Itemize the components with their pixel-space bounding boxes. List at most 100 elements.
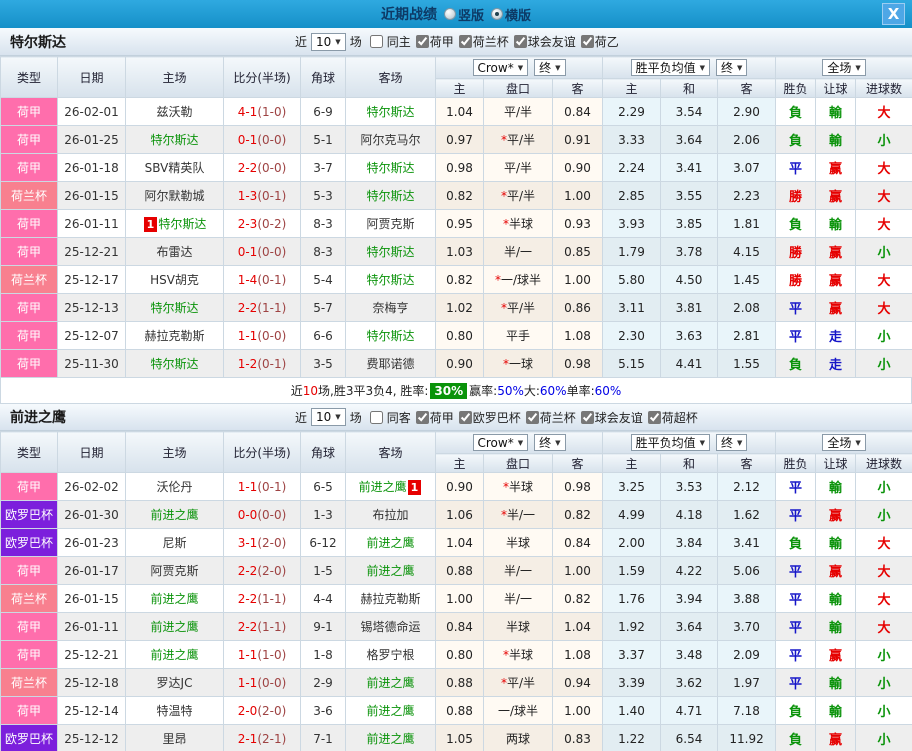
corner-score: 5-1 [301,126,346,154]
league-filter[interactable]: 球会友谊 [576,409,643,426]
recent-count-select[interactable]: 10▼ [311,33,346,51]
league-filter[interactable]: 荷超杯 [643,409,698,426]
same-venue-filter[interactable]: 同主 [362,33,411,50]
matches-table: 类型 日期 主场 比分(半场) 角球 客场 Crow*▼ 终▼ 胜平负均值▼ 终… [0,56,912,378]
result-goals: 小 [856,725,912,751]
avg-odds-select[interactable]: 胜平负均值▼ [631,59,710,76]
match-score: 2-0(2-0) [224,697,301,725]
close-icon[interactable]: X [882,3,905,25]
odds-home: 0.82 [436,266,484,294]
result-handicap: 赢 [816,154,856,182]
odds-home: 0.82 [436,182,484,210]
away-team: 费耶诺德 [346,350,436,378]
result-goals: 大 [856,294,912,322]
avg-odds-select[interactable]: 胜平负均值▼ [631,434,710,451]
league-checkbox[interactable] [581,35,594,48]
recent-label: 近 [295,33,307,50]
league-checkbox[interactable] [581,411,594,424]
handicap: *半球 [484,210,553,238]
fulltime-score: 2-0 [238,704,258,718]
result-wdl: 平 [776,613,816,641]
title-bar: 近期战绩 竖版 横版 X [0,0,912,28]
corner-score: 4-4 [301,585,346,613]
match-score: 1-4(0-1) [224,266,301,294]
result-wdl: 勝 [776,266,816,294]
final-odds-select[interactable]: 终▼ [534,434,565,451]
league-filter[interactable]: 荷乙 [576,33,619,50]
col-avg-draw: 和 [661,454,718,473]
vertical-layout-radio[interactable] [444,8,456,20]
avg-draw: 6.54 [661,725,718,751]
league-badge: 荷甲 [1,322,58,350]
handicap: *一/球半 [484,266,553,294]
corner-score: 6-9 [301,98,346,126]
league-checkbox[interactable] [514,35,527,48]
table-row: 荷甲25-11-30特尔斯达1-2(0-1)3-5费耶诺德0.90*一球0.98… [1,350,912,378]
final-odds-select[interactable]: 终▼ [716,59,747,76]
avg-draw: 3.62 [661,669,718,697]
league-label: 荷甲 [430,33,454,50]
team-text: 前进之鹰 [366,536,414,550]
odds-away: 0.84 [553,529,603,557]
league-label: 荷兰杯 [473,33,509,50]
col-avg-draw: 和 [661,79,718,98]
bookmaker-select[interactable]: Crow*▼ [473,434,529,451]
league-checkbox[interactable] [459,35,472,48]
result-goals: 小 [856,501,912,529]
match-date: 25-12-21 [58,238,126,266]
handicap: *半球 [484,641,553,669]
halftime-score: (0-0) [257,508,286,522]
same-venue-checkbox[interactable] [370,411,383,424]
league-checkbox[interactable] [526,411,539,424]
team-section-go-ahead-eagles: 前进之鹰 近 10▼ 场 同客 荷甲欧罗巴杯荷兰杯球会友谊荷超杯 类型 日期 [0,404,912,751]
avg-home: 2.24 [603,154,661,182]
avg-away: 1.62 [718,501,776,529]
league-filter[interactable]: 欧罗巴杯 [454,409,521,426]
team-text: 前进之鹰 [150,508,198,522]
away-team: 赫拉克勒斯 [346,585,436,613]
final-odds-select[interactable]: 终▼ [716,434,747,451]
chevron-down-icon: ▼ [555,64,560,72]
league-checkbox[interactable] [416,35,429,48]
table-row: 荷甲25-12-21前进之鹰1-1(1-0)1-8格罗宁根0.80*半球1.08… [1,641,912,669]
horizontal-layout-radio[interactable] [491,8,503,20]
league-badge: 荷甲 [1,350,58,378]
team-text: 里昂 [162,732,186,746]
final-odds-select[interactable]: 终▼ [534,59,565,76]
recent-count-select[interactable]: 10▼ [311,408,346,426]
odds-home: 0.80 [436,641,484,669]
avg-draw: 3.64 [661,126,718,154]
col-avg-away: 客 [718,79,776,98]
same-venue-checkbox[interactable] [370,35,383,48]
full-match-select[interactable]: 全场▼ [822,434,865,451]
match-date: 26-01-18 [58,154,126,182]
odds-away: 1.04 [553,613,603,641]
chevron-down-icon: ▼ [555,439,560,447]
bookmaker-select[interactable]: Crow*▼ [473,59,529,76]
home-team: SBV精英队 [126,154,224,182]
league-filter[interactable]: 荷甲 [411,409,454,426]
fulltime-score: 1-1 [238,329,258,343]
league-filter[interactable]: 荷兰杯 [521,409,576,426]
league-checkbox[interactable] [416,411,429,424]
league-checkbox[interactable] [459,411,472,424]
halftime-score: (2-0) [257,536,286,550]
same-venue-filter[interactable]: 同客 [362,409,411,426]
away-team: 布拉加 [346,501,436,529]
result-wdl: 平 [776,294,816,322]
avg-away: 3.88 [718,585,776,613]
league-filter[interactable]: 球会友谊 [509,33,576,50]
avg-draw: 4.50 [661,266,718,294]
chevron-down-icon: ▼ [737,439,742,447]
league-checkbox[interactable] [648,411,661,424]
away-team: 前进之鹰 [346,529,436,557]
match-date: 26-01-11 [58,210,126,238]
league-filter[interactable]: 荷甲 [411,33,454,50]
result-goals: 小 [856,350,912,378]
odds-home: 1.06 [436,501,484,529]
result-goals: 大 [856,210,912,238]
summary-segment: 50% [497,384,524,398]
league-filter[interactable]: 荷兰杯 [454,33,509,50]
full-match-select[interactable]: 全场▼ [822,59,865,76]
horizontal-layout-label: 横版 [505,5,531,24]
